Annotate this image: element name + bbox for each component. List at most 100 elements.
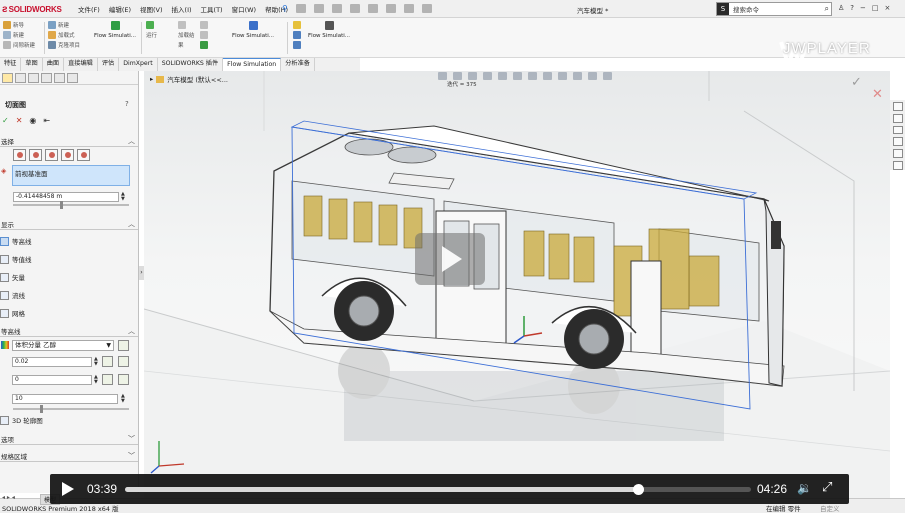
display-style-icon[interactable] <box>528 72 537 80</box>
load-label[interactable]: 加载式 <box>58 31 75 39</box>
offset-field[interactable]: -0.41448458 m <box>13 192 119 202</box>
display-icon-c[interactable] <box>293 41 301 49</box>
open-icon[interactable] <box>314 4 324 13</box>
chevron-down-icon[interactable]: ﹀ <box>128 451 135 461</box>
pin-icon[interactable]: ⚲ <box>282 4 288 13</box>
menu-file[interactable]: 文件(F) <box>78 4 100 14</box>
load-icon[interactable] <box>48 31 56 39</box>
chevron-up-icon[interactable]: ︿ <box>128 136 135 146</box>
tab-0[interactable]: 特征 <box>0 58 22 71</box>
dimxpert-tab-icon[interactable] <box>41 73 52 83</box>
chevron-down-icon[interactable]: ﹀ <box>128 434 135 444</box>
pin-panel-icon[interactable]: ⇤ <box>43 116 50 125</box>
flow-simulation-button-1[interactable]: Flow Simulati... <box>94 21 136 39</box>
tab-4[interactable]: 评估 <box>98 58 120 71</box>
configuration-tab-icon[interactable] <box>28 73 39 83</box>
save-icon[interactable] <box>332 4 342 13</box>
display-streamlines[interactable]: 流线 <box>0 288 25 302</box>
results-icon[interactable] <box>178 21 186 29</box>
plane-right-icon[interactable] <box>45 149 58 161</box>
display-icon-a[interactable] <box>293 21 301 29</box>
appearances-icon[interactable] <box>892 149 903 159</box>
parameter-settings-button[interactable] <box>118 340 129 351</box>
status-custom[interactable]: 自定义 <box>820 503 840 513</box>
max-value-spinner[interactable]: ▲ ▼ <box>94 375 98 385</box>
confirm-corner-check-icon[interactable]: ✓ <box>851 75 862 90</box>
feature-tree-flyout[interactable]: ▸ 汽车模型 (默认<<... <box>150 74 228 84</box>
zoom-area-icon[interactable] <box>453 72 462 80</box>
options-icon[interactable] <box>422 4 432 13</box>
new-icon[interactable] <box>48 21 56 29</box>
search-input[interactable]: 搜索命令 <box>733 4 825 14</box>
chevron-up-icon[interactable]: ︿ <box>128 219 135 229</box>
reset-min-button[interactable] <box>118 356 129 367</box>
graphics-viewport[interactable]: ▸ 汽车模型 (默认<<... 迭代 = 375 ✓ ✕ <box>144 71 890 498</box>
section-options[interactable]: 选项 ﹀ <box>0 434 138 445</box>
menu-tools[interactable]: 工具(T) <box>201 4 223 14</box>
video-play-overlay-button[interactable] <box>415 233 485 285</box>
menu-insert[interactable]: 插入(I) <box>172 4 192 14</box>
dynamic-annotation-icon[interactable] <box>498 72 507 80</box>
min-value-spinner[interactable]: ▲ ▼ <box>94 357 98 367</box>
run-label[interactable]: 运行 <box>146 31 157 39</box>
run-icon[interactable] <box>146 21 154 29</box>
tab-1[interactable]: 草图 <box>21 58 43 71</box>
play-icon[interactable] <box>62 482 74 496</box>
gap-new-icon[interactable] <box>3 41 11 49</box>
levels-slider-thumb[interactable] <box>40 405 43 413</box>
tab-7[interactable]: Flow Simulation <box>223 58 282 71</box>
solidworks-resources-icon[interactable] <box>892 102 903 111</box>
user-icon[interactable]: ♙ <box>838 4 844 12</box>
selected-plane-box[interactable]: 前视基准面 <box>12 165 130 186</box>
section-selection[interactable]: 选择 ︿ <box>0 136 138 147</box>
preview-icon[interactable]: ◉ <box>29 116 36 125</box>
plane-flip-icon[interactable] <box>77 149 90 161</box>
fullscreen-icon[interactable]: ⤢ <box>822 480 832 495</box>
tool-icon-b[interactable] <box>200 31 208 39</box>
reset-max-button[interactable] <box>118 374 129 385</box>
section-display[interactable]: 显示 ︿ <box>0 219 138 230</box>
adjust-min-button[interactable] <box>102 356 113 367</box>
new-label[interactable]: 新建 <box>58 21 69 29</box>
tab-2[interactable]: 曲面 <box>43 58 65 71</box>
display-vectors[interactable]: 矢量 <box>0 270 25 284</box>
wizard-label[interactable]: 新导 <box>13 21 24 29</box>
section-region[interactable]: 规格区域 ﹀ <box>0 451 138 462</box>
minimize-icon[interactable]: − <box>860 4 866 12</box>
adjust-max-button[interactable] <box>102 374 113 385</box>
load-results-label[interactable]: 加载结 <box>178 31 195 39</box>
print-icon[interactable] <box>350 4 360 13</box>
feature-tree-tab-icon[interactable] <box>2 73 13 83</box>
select-icon[interactable] <box>386 4 396 13</box>
levels-spinner[interactable]: ▲ ▼ <box>121 394 125 404</box>
new-project-label[interactable]: 新建 <box>13 31 24 39</box>
solidworks-logo[interactable]: ƨ SOLIDWORKS <box>2 3 66 15</box>
display-contours[interactable]: 等高线 <box>0 234 32 248</box>
help-icon[interactable]: ? <box>850 4 854 12</box>
levels-field[interactable]: 10 <box>12 394 118 404</box>
new-project-icon[interactable] <box>3 31 11 39</box>
chevron-down-icon[interactable]: ▼ <box>106 341 111 350</box>
profile-3d-option[interactable]: 3D 轮廓图 <box>0 413 43 427</box>
ok-icon[interactable]: ✓ <box>2 116 9 125</box>
search-icon[interactable]: ⌕ <box>825 4 829 14</box>
wizard-icon[interactable] <box>3 21 11 29</box>
flow-simulation-button-2[interactable]: Flow Simulati... <box>232 21 274 39</box>
flow-simulation-button-3[interactable]: Flow Simulati... <box>308 21 350 39</box>
confirm-corner-cancel-icon[interactable]: ✕ <box>872 87 883 102</box>
restore-icon[interactable]: □ <box>872 4 879 12</box>
tool-icon-a[interactable] <box>200 21 208 29</box>
offset-slider-track[interactable] <box>13 204 129 206</box>
rebuild-icon[interactable] <box>404 4 414 13</box>
chevron-up-icon[interactable]: ︿ <box>128 326 135 336</box>
tab-3[interactable]: 直接编辑 <box>64 58 98 71</box>
volume-icon[interactable]: 🔉 <box>797 481 812 495</box>
tab-5[interactable]: DimXpert <box>119 58 158 71</box>
view-orientation-icon[interactable] <box>513 72 522 80</box>
gap-new-label[interactable]: 间隙新建 <box>13 41 35 49</box>
levels-slider-track[interactable] <box>13 408 129 410</box>
menu-view[interactable]: 视图(V) <box>140 4 163 14</box>
file-explorer-icon[interactable] <box>892 125 903 135</box>
offset-spinner[interactable]: ▲ ▼ <box>121 192 125 202</box>
custom-properties-icon[interactable] <box>892 161 903 170</box>
